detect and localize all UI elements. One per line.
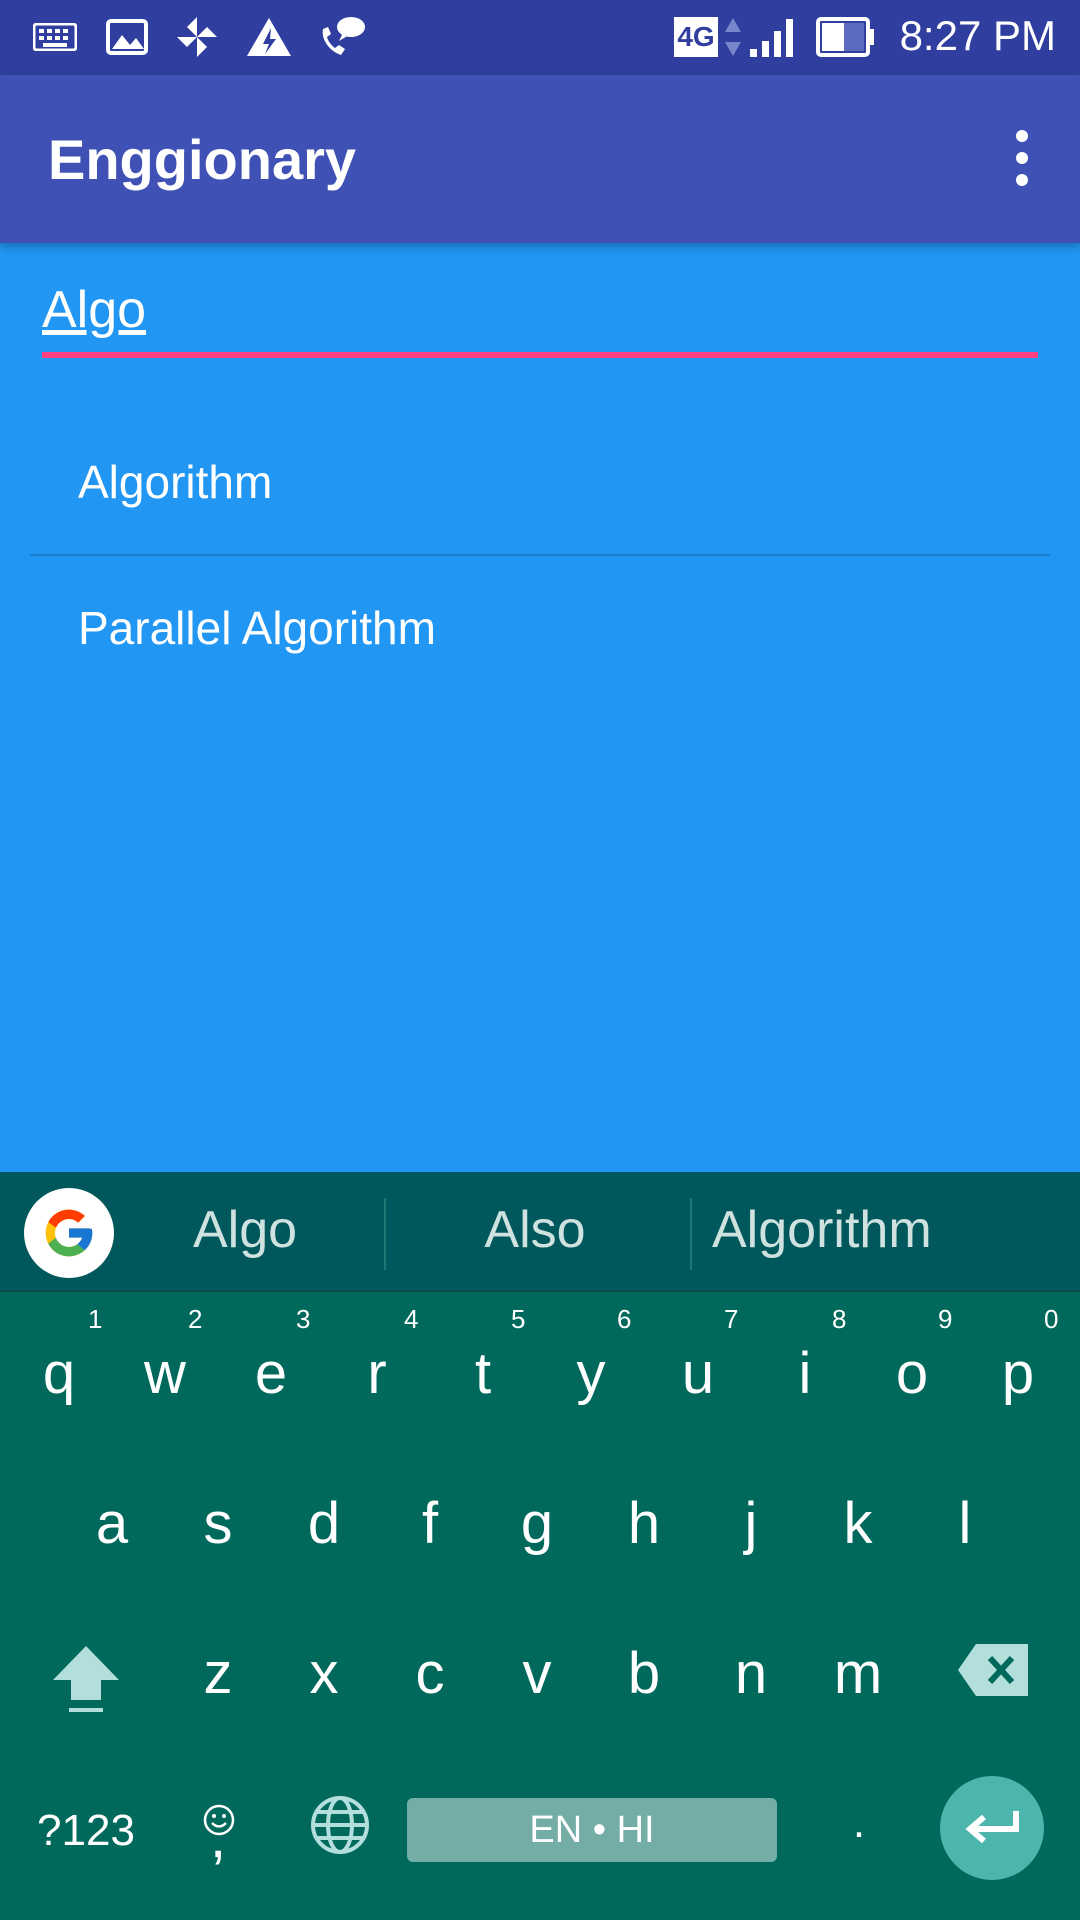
list-item-label: Parallel Algorithm <box>78 602 436 654</box>
key-h[interactable]: h <box>594 1490 694 1557</box>
key-s[interactable]: s <box>168 1490 268 1557</box>
key-i[interactable]: i <box>755 1340 855 1407</box>
key-hint: 0 <box>1044 1304 1059 1334</box>
warning-icon <box>244 14 294 60</box>
key-a[interactable]: a <box>62 1490 162 1557</box>
key-u[interactable]: u <box>648 1340 748 1407</box>
emoji-comma-key[interactable]: , <box>170 1784 270 1870</box>
key-hint: 3 <box>296 1304 311 1334</box>
key-n[interactable]: n <box>701 1640 801 1707</box>
search-underline <box>42 352 1038 358</box>
key-j[interactable]: j <box>701 1490 801 1557</box>
clock: 8:27 PM <box>899 12 1056 59</box>
app-bar: Enggionary <box>0 75 1080 243</box>
key-b[interactable]: b <box>594 1640 694 1707</box>
image-icon <box>104 14 150 60</box>
search-field <box>42 270 1038 360</box>
key-row-1: q w e r t y u i o p 1 2 3 4 5 6 7 8 9 0 <box>0 1300 1080 1430</box>
key-hint: 7 <box>724 1304 739 1334</box>
key-r[interactable]: r <box>327 1340 427 1407</box>
key-z[interactable]: z <box>168 1640 268 1707</box>
signal-icon <box>746 14 802 60</box>
data-activity-icon <box>722 14 744 60</box>
key-f[interactable]: f <box>380 1490 480 1557</box>
suggestion[interactable]: Algorithm <box>712 1200 932 1260</box>
more-vert-icon[interactable] <box>992 123 1052 193</box>
keyboard: Algo Also Algorithm q w e r t y u i o p … <box>0 1172 1080 1920</box>
enter-icon[interactable] <box>940 1776 1044 1880</box>
search-input[interactable] <box>42 270 1038 350</box>
status-bar: 4G 8:27 PM <box>0 0 1080 75</box>
keyboard-icon <box>30 14 80 60</box>
suggestion[interactable]: Also <box>440 1200 630 1260</box>
list-item[interactable]: Algorithm <box>30 410 1050 554</box>
phone-message-icon <box>316 14 368 60</box>
key-hint: 6 <box>617 1304 632 1334</box>
suggestion[interactable]: Algo <box>160 1200 330 1260</box>
network-type-icon: 4G <box>672 14 720 60</box>
battery-icon <box>816 14 876 60</box>
pinwheel-icon <box>174 14 220 60</box>
key-row-2: a s d f g h j k l <box>0 1490 1080 1590</box>
space-bar[interactable]: EN • HI <box>407 1798 777 1862</box>
key-p[interactable]: p <box>968 1340 1068 1407</box>
key-hint: 8 <box>832 1304 847 1334</box>
key-x[interactable]: x <box>274 1640 374 1707</box>
key-t[interactable]: t <box>433 1340 533 1407</box>
key-row-3: z x c v b n m <box>0 1640 1080 1740</box>
symbols-key[interactable]: ?123 <box>26 1806 146 1856</box>
period-key[interactable]: . <box>809 1798 909 1848</box>
list-item-label: Algorithm <box>78 456 273 508</box>
shift-key[interactable] <box>36 1640 136 1720</box>
globe-icon[interactable] <box>290 1794 390 1874</box>
suggestion-divider <box>690 1198 692 1270</box>
key-v[interactable]: v <box>487 1640 587 1707</box>
key-hint: 9 <box>938 1304 953 1334</box>
app-title: Enggionary <box>48 128 357 191</box>
key-hint: 4 <box>404 1304 419 1334</box>
google-icon[interactable] <box>24 1188 114 1278</box>
backspace-icon[interactable] <box>944 1640 1044 1720</box>
key-m[interactable]: m <box>808 1640 908 1707</box>
results-list: Algorithm Parallel Algorithm <box>30 410 1050 700</box>
key-hint: 1 <box>88 1304 103 1334</box>
key-k[interactable]: k <box>808 1490 908 1557</box>
key-q[interactable]: q <box>9 1340 109 1407</box>
key-d[interactable]: d <box>274 1490 374 1557</box>
suggestion-divider <box>384 1198 386 1270</box>
key-e[interactable]: e <box>221 1340 321 1407</box>
key-hint: 5 <box>511 1304 526 1334</box>
key-y[interactable]: y <box>541 1340 641 1407</box>
key-c[interactable]: c <box>380 1640 480 1707</box>
key-g[interactable]: g <box>487 1490 587 1557</box>
key-l[interactable]: l <box>915 1490 1015 1557</box>
suggestion-strip: Algo Also Algorithm <box>0 1172 1080 1292</box>
key-w[interactable]: w <box>115 1340 215 1407</box>
key-hint: 2 <box>188 1304 203 1334</box>
key-o[interactable]: o <box>862 1340 962 1407</box>
list-item[interactable]: Parallel Algorithm <box>30 556 1050 700</box>
